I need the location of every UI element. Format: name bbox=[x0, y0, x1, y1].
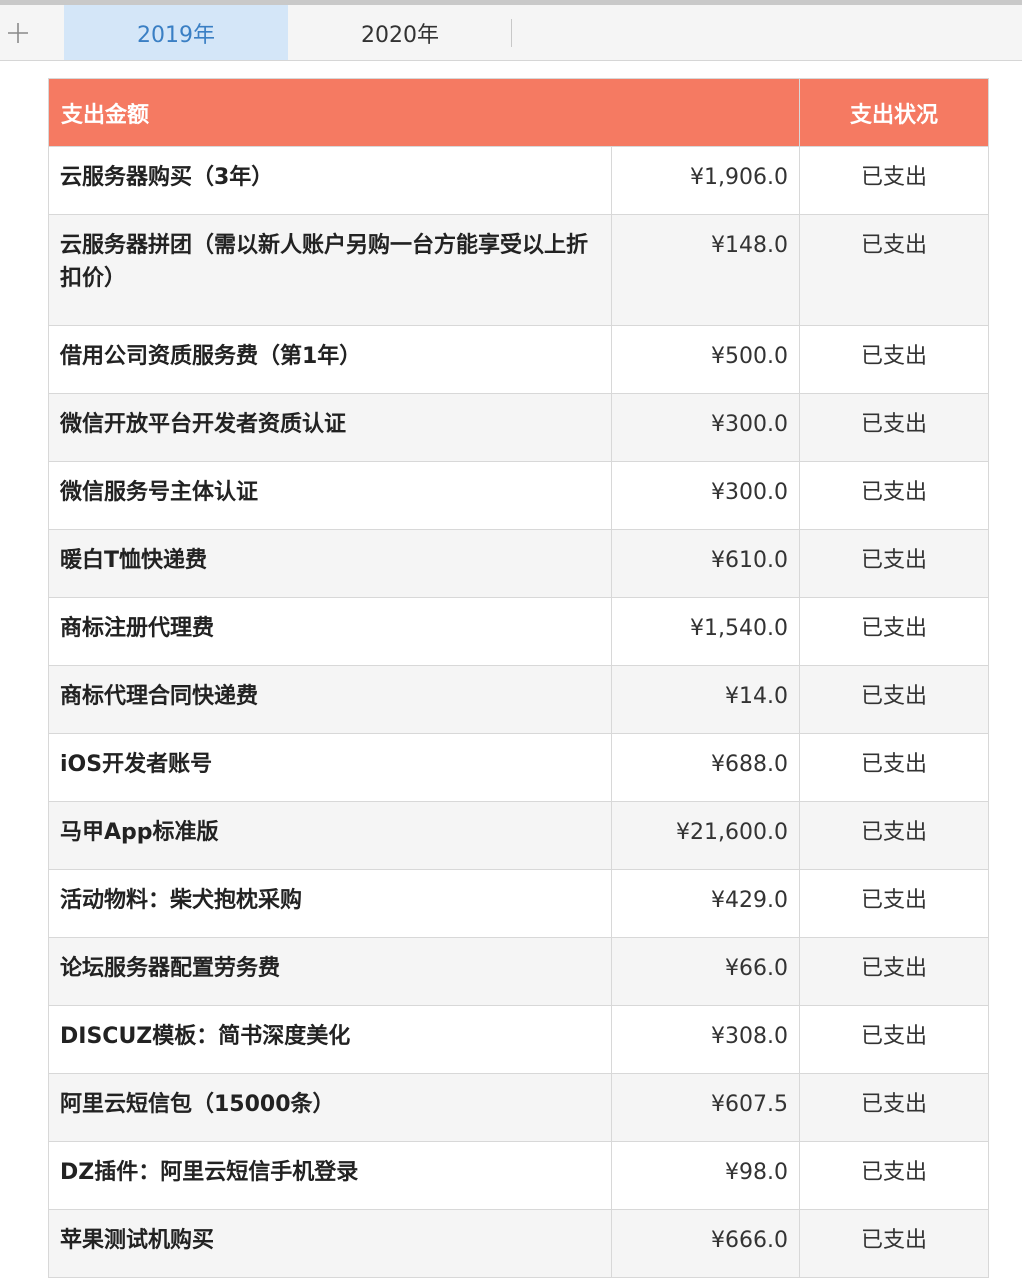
table-row[interactable]: 商标注册代理费 ¥1,540.0 已支出 bbox=[48, 597, 990, 666]
expense-status-cell[interactable]: 已支出 bbox=[799, 146, 990, 215]
table-row[interactable]: 阿里云短信包（15000条） ¥607.5 已支出 bbox=[48, 1073, 990, 1142]
table-row[interactable]: 微信服务号主体认证 ¥300.0 已支出 bbox=[48, 461, 990, 530]
plus-icon bbox=[8, 22, 28, 43]
expense-name-cell[interactable]: 暖白T恤快递费 bbox=[48, 529, 612, 598]
expense-status-cell[interactable]: 已支出 bbox=[799, 1209, 990, 1278]
expense-status-cell[interactable]: 已支出 bbox=[799, 665, 990, 734]
expense-name-cell[interactable]: 微信开放平台开发者资质认证 bbox=[48, 393, 612, 462]
expense-name-cell[interactable]: 借用公司资质服务费（第1年） bbox=[48, 325, 612, 394]
expense-name-cell[interactable]: 商标代理合同快递费 bbox=[48, 665, 612, 734]
expense-amount-cell[interactable]: ¥14.0 bbox=[610, 665, 801, 734]
expense-name-cell[interactable]: 活动物料：柴犬抱枕采购 bbox=[48, 869, 612, 938]
expense-name-cell[interactable]: DISCUZ模板：简书深度美化 bbox=[48, 1005, 612, 1074]
expense-status-cell[interactable]: 已支出 bbox=[799, 597, 990, 666]
expense-amount-cell[interactable]: ¥688.0 bbox=[610, 733, 801, 802]
tab-divider bbox=[511, 19, 512, 47]
expense-name-cell[interactable]: DZ插件：阿里云短信手机登录 bbox=[48, 1141, 612, 1210]
expense-status-cell[interactable]: 已支出 bbox=[799, 529, 990, 598]
expense-name-cell[interactable]: 商标注册代理费 bbox=[48, 597, 612, 666]
expense-status-cell[interactable]: 已支出 bbox=[799, 869, 990, 938]
table-row[interactable]: 云服务器拼团（需以新人账户另购一台方能享受以上折扣价） ¥148.0 已支出 bbox=[48, 214, 990, 326]
expense-status-cell[interactable]: 已支出 bbox=[799, 733, 990, 802]
expense-status-cell[interactable]: 已支出 bbox=[799, 461, 990, 530]
expense-status-cell[interactable]: 已支出 bbox=[799, 1005, 990, 1074]
table-row[interactable]: 活动物料：柴犬抱枕采购 ¥429.0 已支出 bbox=[48, 869, 990, 938]
expense-amount-cell[interactable]: ¥66.0 bbox=[610, 937, 801, 1006]
expense-name-cell[interactable]: 云服务器购买（3年） bbox=[48, 146, 612, 215]
table-row[interactable]: 借用公司资质服务费（第1年） ¥500.0 已支出 bbox=[48, 325, 990, 394]
expense-amount-cell[interactable]: ¥666.0 bbox=[610, 1209, 801, 1278]
expense-amount-cell[interactable]: ¥98.0 bbox=[610, 1141, 801, 1210]
table-row[interactable]: 微信开放平台开发者资质认证 ¥300.0 已支出 bbox=[48, 393, 990, 462]
table-row[interactable]: 商标代理合同快递费 ¥14.0 已支出 bbox=[48, 665, 990, 734]
expense-name-cell[interactable]: 论坛服务器配置劳务费 bbox=[48, 937, 612, 1006]
expense-status-cell[interactable]: 已支出 bbox=[799, 937, 990, 1006]
expense-name-cell[interactable]: 云服务器拼团（需以新人账户另购一台方能享受以上折扣价） bbox=[48, 214, 612, 326]
expense-name-cell[interactable]: 阿里云短信包（15000条） bbox=[48, 1073, 612, 1142]
expense-status-cell[interactable]: 已支出 bbox=[799, 801, 990, 870]
expense-status-cell[interactable]: 已支出 bbox=[799, 325, 990, 394]
expense-amount-cell[interactable]: ¥21,600.0 bbox=[610, 801, 801, 870]
expense-name-cell[interactable]: iOS开发者账号 bbox=[48, 733, 612, 802]
expense-amount-cell[interactable]: ¥1,906.0 bbox=[610, 146, 801, 215]
header-status[interactable]: 支出状况 bbox=[799, 78, 990, 147]
table-row[interactable]: 暖白T恤快递费 ¥610.0 已支出 bbox=[48, 529, 990, 598]
expense-status-cell[interactable]: 已支出 bbox=[799, 214, 990, 326]
expense-amount-cell[interactable]: ¥300.0 bbox=[610, 461, 801, 530]
expense-amount-cell[interactable]: ¥607.5 bbox=[610, 1073, 801, 1142]
table-row[interactable]: 云服务器购买（3年） ¥1,906.0 已支出 bbox=[48, 146, 990, 215]
expense-status-cell[interactable]: 已支出 bbox=[799, 1073, 990, 1142]
table-row[interactable]: 苹果测试机购买 ¥666.0 已支出 bbox=[48, 1209, 990, 1278]
tab-2019[interactable]: 2019年 bbox=[64, 5, 288, 60]
expense-amount-cell[interactable]: ¥429.0 bbox=[610, 869, 801, 938]
tab-2020[interactable]: 2020年 bbox=[288, 5, 512, 60]
expense-status-cell[interactable]: 已支出 bbox=[799, 1141, 990, 1210]
table-row[interactable]: iOS开发者账号 ¥688.0 已支出 bbox=[48, 733, 990, 802]
expense-amount-cell[interactable]: ¥308.0 bbox=[610, 1005, 801, 1074]
expense-amount-cell[interactable]: ¥1,540.0 bbox=[610, 597, 801, 666]
expense-name-cell[interactable]: 马甲App标准版 bbox=[48, 801, 612, 870]
expense-name-cell[interactable]: 苹果测试机购买 bbox=[48, 1209, 612, 1278]
add-sheet-button[interactable] bbox=[0, 5, 36, 60]
table-row[interactable]: 马甲App标准版 ¥21,600.0 已支出 bbox=[48, 801, 990, 870]
expense-amount-cell[interactable]: ¥300.0 bbox=[610, 393, 801, 462]
table-row[interactable]: DISCUZ模板：简书深度美化 ¥308.0 已支出 bbox=[48, 1005, 990, 1074]
table-header-row: 支出金额 支出状况 bbox=[47, 78, 990, 147]
sheet-tab-bar: 2019年 2020年 bbox=[0, 5, 1022, 61]
expense-status-cell[interactable]: 已支出 bbox=[799, 393, 990, 462]
table-row[interactable]: 论坛服务器配置劳务费 ¥66.0 已支出 bbox=[48, 937, 990, 1006]
expense-amount-cell[interactable]: ¥610.0 bbox=[610, 529, 801, 598]
expense-amount-cell[interactable]: ¥148.0 bbox=[610, 214, 801, 326]
expense-table: 支出金额 支出状况 云服务器购买（3年） ¥1,906.0 已支出 云服务器拼团… bbox=[47, 78, 990, 1278]
expense-name-cell[interactable]: 微信服务号主体认证 bbox=[48, 461, 612, 530]
header-amount[interactable]: 支出金额 bbox=[47, 78, 801, 147]
table-row[interactable]: DZ插件：阿里云短信手机登录 ¥98.0 已支出 bbox=[48, 1141, 990, 1210]
expense-amount-cell[interactable]: ¥500.0 bbox=[610, 325, 801, 394]
